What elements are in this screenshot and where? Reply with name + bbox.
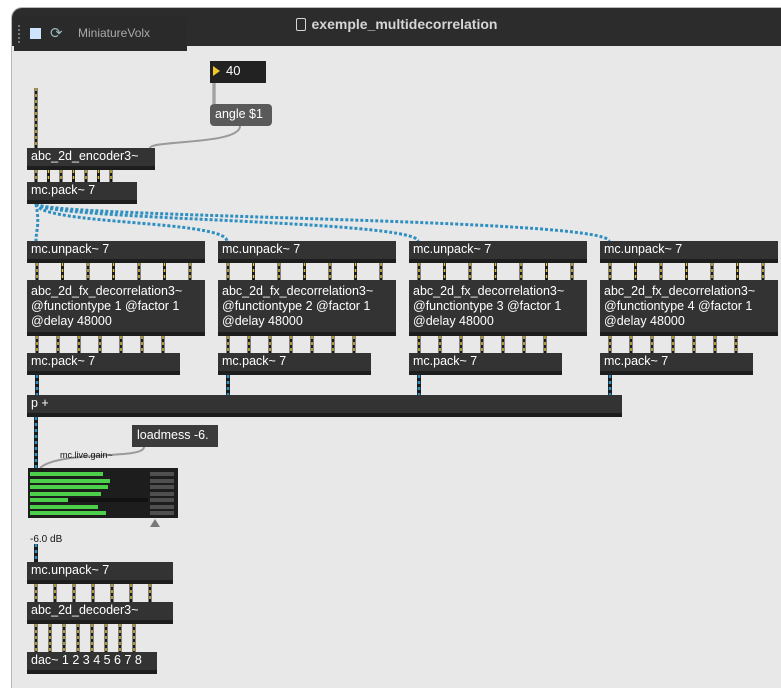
meter-bar-track: [150, 511, 174, 515]
play-toggle[interactable]: [30, 28, 41, 39]
meter-bar-track: [150, 485, 174, 489]
patch-cords: [34, 83, 765, 652]
meter-bar-track: [150, 504, 174, 509]
loop-icon[interactable]: ⟳: [50, 24, 63, 42]
object-unpack-4[interactable]: mc.unpack~ 7: [600, 241, 778, 263]
gain-slider-handle[interactable]: [150, 519, 160, 527]
gain-value: -6.0 dB: [30, 534, 63, 545]
object-encoder[interactable]: abc_2d_encoder3~: [27, 148, 155, 170]
object-decorrelation-1[interactable]: abc_2d_fx_decorrelation3~ @functiontype …: [27, 280, 205, 336]
number-arrow-icon: [213, 66, 220, 76]
number-box[interactable]: 40: [210, 61, 266, 83]
object-unpack-2[interactable]: mc.unpack~ 7: [218, 241, 396, 263]
meter-bar: [30, 478, 111, 483]
message-angle[interactable]: angle $1: [210, 104, 272, 126]
meter-bar-track: [150, 472, 174, 476]
drag-handle[interactable]: [18, 25, 23, 43]
object-decorrelation-3[interactable]: abc_2d_fx_decorrelation3~ @functiontype …: [409, 280, 587, 336]
meter-bar: [30, 504, 99, 509]
gain-label: mc.live.gain~: [60, 450, 113, 460]
meter-bar: [30, 485, 108, 489]
patch-cord[interactable]: [149, 125, 241, 149]
meter-bar: [30, 511, 106, 515]
patch-cord[interactable]: [34, 203, 229, 242]
object-decorrelation-4[interactable]: abc_2d_fx_decorrelation3~ @functiontype …: [600, 280, 778, 336]
object-pack-2[interactable]: mc.pack~ 7: [218, 353, 371, 375]
object-decorrelation-2[interactable]: abc_2d_fx_decorrelation3~ @functiontype …: [218, 280, 396, 336]
mc-live-gain-meter[interactable]: [28, 468, 178, 518]
number-value: 40: [226, 63, 241, 78]
object-loadmess[interactable]: loadmess -6.: [132, 425, 218, 447]
object-decoder[interactable]: abc_2d_decoder3~: [27, 602, 173, 624]
meter-bar-track: [150, 491, 174, 496]
object-unpack-bottom[interactable]: mc.unpack~ 7: [27, 562, 173, 584]
object-pack-4[interactable]: mc.pack~ 7: [600, 353, 753, 375]
object-pack-1[interactable]: mc.pack~ 7: [27, 353, 180, 375]
object-unpack-3[interactable]: mc.unpack~ 7: [409, 241, 587, 263]
audio-player-object[interactable]: ⟳ MiniatureVolx: [14, 17, 187, 51]
meter-bar-track: [150, 478, 174, 483]
player-filename: MiniatureVolx: [78, 26, 151, 40]
object-sum[interactable]: p +: [27, 395, 622, 417]
object-pack-3[interactable]: mc.pack~ 7: [409, 353, 562, 375]
object-pack-top[interactable]: mc.pack~ 7: [27, 182, 137, 204]
meter-bar-track: [150, 498, 174, 502]
meter-bar: [30, 491, 101, 496]
object-unpack-1[interactable]: mc.unpack~ 7: [27, 241, 205, 263]
object-dac[interactable]: dac~ 1 2 3 4 5 6 7 8: [27, 652, 157, 674]
patch-cord[interactable]: [34, 203, 40, 242]
patch-cord[interactable]: [34, 202, 611, 243]
meter-bar: [30, 472, 104, 476]
meter-overlay: [68, 498, 148, 502]
